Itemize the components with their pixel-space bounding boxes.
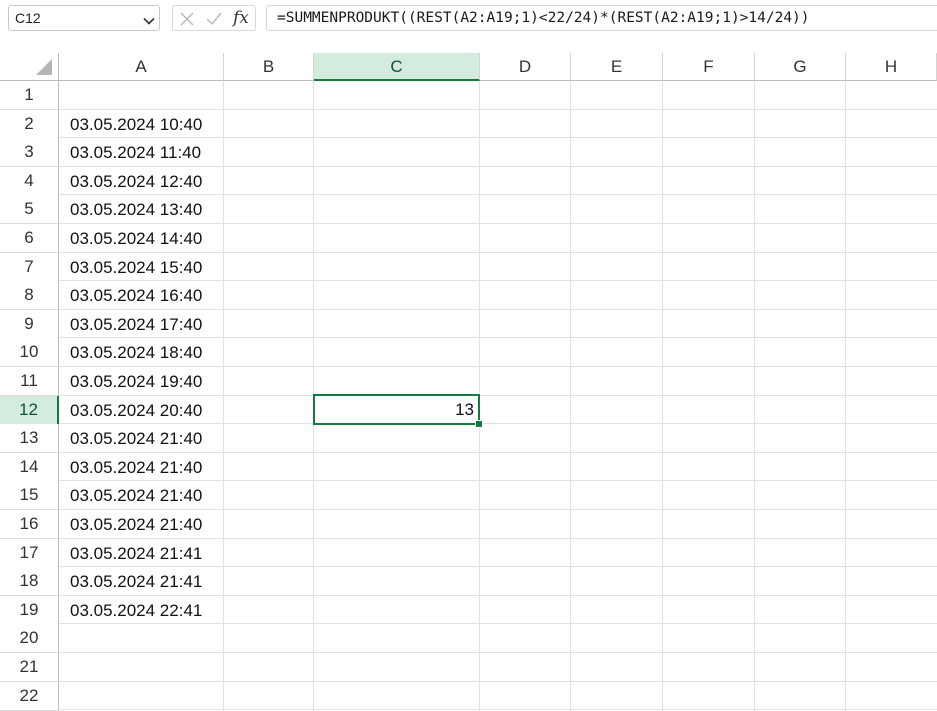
row-header-19[interactable]: 19 xyxy=(0,595,59,625)
fill-handle[interactable] xyxy=(475,420,483,428)
row-header-4[interactable]: 4 xyxy=(0,166,59,196)
row-header-5[interactable]: 5 xyxy=(0,195,59,225)
row-header-20[interactable]: 20 xyxy=(0,624,59,654)
row-header-13[interactable]: 13 xyxy=(0,424,59,454)
name-box-value: C12 xyxy=(15,10,41,26)
name-box[interactable]: C12 xyxy=(8,5,160,31)
cell-a19[interactable]: 03.05.2024 22:41 xyxy=(59,596,224,625)
column-gridline xyxy=(662,81,663,711)
formula-input[interactable]: =SUMMENPRODUKT((REST(A2:A19;1)<22/24)*(R… xyxy=(266,5,937,31)
cell-a13[interactable]: 03.05.2024 21:40 xyxy=(59,424,224,453)
row-header-21[interactable]: 21 xyxy=(0,653,59,682)
row-header-18[interactable]: 18 xyxy=(0,567,59,597)
row-gridline xyxy=(59,680,937,682)
column-header-a[interactable]: A xyxy=(59,53,224,81)
cell-a16[interactable]: 03.05.2024 21:40 xyxy=(59,510,224,539)
cell-a9[interactable]: 03.05.2024 17:40 xyxy=(59,310,224,339)
row-gridline xyxy=(59,709,937,711)
column-gridline xyxy=(845,81,846,711)
cell-a10[interactable]: 03.05.2024 18:40 xyxy=(59,338,224,367)
cell-a5[interactable]: 03.05.2024 13:40 xyxy=(59,195,224,224)
row-header-3[interactable]: 3 xyxy=(0,138,59,168)
column-gridline xyxy=(570,81,571,711)
insert-function-button[interactable]: fx xyxy=(233,6,249,30)
cell-a18[interactable]: 03.05.2024 21:41 xyxy=(59,567,224,596)
row-header-17[interactable]: 17 xyxy=(0,538,59,568)
column-header-d[interactable]: D xyxy=(480,53,571,81)
row-header-16[interactable]: 16 xyxy=(0,510,59,539)
chevron-down-icon[interactable] xyxy=(142,11,156,35)
cell-a8[interactable]: 03.05.2024 16:40 xyxy=(59,281,224,310)
cell-a17[interactable]: 03.05.2024 21:41 xyxy=(59,539,224,568)
cell-a2[interactable]: 03.05.2024 10:40 xyxy=(59,110,224,139)
cell-a6[interactable]: 03.05.2024 14:40 xyxy=(59,224,224,253)
row-gridline xyxy=(59,652,937,653)
row-header-15[interactable]: 15 xyxy=(0,481,59,511)
row-header-6[interactable]: 6 xyxy=(0,224,59,253)
enter-icon[interactable] xyxy=(205,11,223,32)
cell-a15[interactable]: 03.05.2024 21:40 xyxy=(59,481,224,510)
row-header-7[interactable]: 7 xyxy=(0,252,59,282)
row-header-12[interactable]: 12 xyxy=(0,395,59,425)
cell-a14[interactable]: 03.05.2024 21:40 xyxy=(59,453,224,482)
active-cell-border xyxy=(313,394,483,428)
row-header-8[interactable]: 8 xyxy=(0,281,59,311)
column-header-h[interactable]: H xyxy=(846,53,937,81)
row-header-2[interactable]: 2 xyxy=(0,109,59,139)
cell-a12[interactable]: 03.05.2024 20:40 xyxy=(59,396,224,425)
row-header-14[interactable]: 14 xyxy=(0,452,59,482)
row-header-1[interactable]: 1 xyxy=(0,81,59,110)
column-gridline xyxy=(754,81,755,711)
column-header-e[interactable]: E xyxy=(571,53,663,81)
column-header-c[interactable]: C xyxy=(314,53,480,81)
row-header-11[interactable]: 11 xyxy=(0,367,59,396)
row-header-22[interactable]: 22 xyxy=(0,681,59,711)
select-all-button[interactable] xyxy=(0,53,59,81)
select-all-icon xyxy=(36,59,52,75)
cell-a7[interactable]: 03.05.2024 15:40 xyxy=(59,253,224,282)
column-header-b[interactable]: B xyxy=(224,53,314,81)
column-header-f[interactable]: F xyxy=(663,53,755,81)
cancel-icon[interactable] xyxy=(179,11,195,32)
row-header-10[interactable]: 10 xyxy=(0,338,59,368)
cell-a11[interactable]: 03.05.2024 19:40 xyxy=(59,367,224,396)
column-header-g[interactable]: G xyxy=(755,53,846,81)
formula-buttons: fx xyxy=(172,5,256,31)
row-header-9[interactable]: 9 xyxy=(0,309,59,339)
formula-bar: C12 fx =SUMMENPRODUKT((REST(A2:A19;1)<22… xyxy=(0,0,937,38)
cell-a3[interactable]: 03.05.2024 11:40 xyxy=(59,138,224,167)
cell-a4[interactable]: 03.05.2024 12:40 xyxy=(59,167,224,196)
